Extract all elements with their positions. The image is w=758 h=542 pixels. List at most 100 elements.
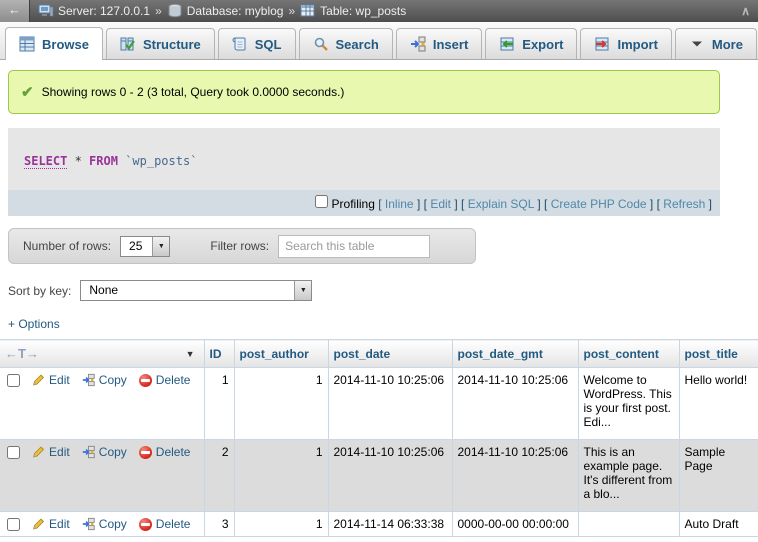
status-message: ✔ Showing rows 0 - 2 (3 total, Query too… (8, 70, 720, 114)
breadcrumb-table[interactable]: Table: wp_posts (300, 3, 406, 19)
insert-icon (410, 36, 426, 52)
cell-post-author: 1 (234, 368, 328, 440)
bracket: ] (454, 197, 457, 211)
tab-insert-label: Insert (433, 37, 468, 52)
results-table: ←T→ ▼ ID post_author post_date post_date… (0, 339, 758, 537)
edit-row-link[interactable]: Edit (49, 517, 70, 531)
delete-icon (139, 446, 152, 459)
row-controls-bar: Number of rows: 25 ▼ Filter rows: (8, 228, 476, 264)
database-icon (167, 3, 183, 19)
explain-sql-link[interactable]: Explain SQL (468, 197, 534, 211)
tab-sql[interactable]: SQL (218, 28, 296, 59)
rows-per-page-select[interactable]: 25 ▼ (120, 236, 170, 257)
breadcrumb-database[interactable]: Database: myblog (167, 3, 284, 19)
bracket: ] (709, 197, 712, 211)
cell-post-date: 2014-11-10 10:25:06 (328, 368, 452, 440)
breadcrumb-table-label: Table: wp_posts (320, 4, 406, 18)
delete-icon (139, 374, 152, 387)
sql-keyword-select[interactable]: SELECT (24, 154, 67, 169)
delete-row-link[interactable]: Delete (156, 517, 191, 531)
copy-icon (82, 517, 95, 531)
cell-post-content: Welcome to WordPress. This is your first… (578, 368, 679, 440)
column-header-id[interactable]: ID (204, 340, 234, 368)
edit-row-link[interactable]: Edit (49, 373, 70, 387)
copy-row-link[interactable]: Copy (99, 517, 127, 531)
sql-icon (232, 36, 248, 52)
cell-post-date-gmt: 2014-11-10 10:25:06 (452, 440, 578, 512)
delete-icon (139, 518, 152, 531)
export-icon (499, 36, 515, 52)
tab-bar: Browse Structure SQL Search Insert Expor… (0, 22, 758, 60)
row-nav-arrows[interactable]: ←T→ (5, 346, 39, 361)
filter-rows-input[interactable] (278, 235, 430, 258)
tab-import[interactable]: Import (580, 28, 671, 59)
tab-export[interactable]: Export (485, 28, 577, 59)
breadcrumb-server-label: Server: 127.0.0.1 (58, 4, 150, 18)
chevron-down-icon: ▼ (294, 281, 311, 300)
inline-link[interactable]: Inline (385, 197, 414, 211)
profiling-checkbox[interactable] (315, 195, 328, 208)
rows-per-page-value: 25 (121, 237, 152, 256)
back-button[interactable]: ← (0, 0, 30, 22)
cell-post-title: Auto Draft (679, 512, 758, 537)
tab-more[interactable]: More (675, 28, 757, 59)
sql-query-text: SELECT * FROM `wp_posts` (8, 128, 720, 190)
breadcrumb-server[interactable]: Server: 127.0.0.1 (38, 3, 150, 19)
cell-post-author: 1 (234, 512, 328, 537)
tab-insert[interactable]: Insert (396, 28, 482, 59)
cell-id: 3 (204, 512, 234, 537)
chevron-down-icon: ▼ (152, 237, 169, 256)
filter-rows-label: Filter rows: (210, 239, 269, 253)
cell-post-content: This is an example page. It's different … (578, 440, 679, 512)
structure-icon (120, 36, 136, 52)
tab-browse-label: Browse (42, 37, 89, 52)
edit-query-link[interactable]: Edit (430, 197, 451, 211)
tab-structure[interactable]: Structure (106, 28, 215, 59)
refresh-link[interactable]: Refresh (663, 197, 705, 211)
tab-search[interactable]: Search (299, 28, 393, 59)
breadcrumb-bar: ← Server: 127.0.0.1 » Database: myblog »… (0, 0, 758, 22)
edit-row-link[interactable]: Edit (49, 445, 70, 459)
tab-structure-label: Structure (143, 37, 201, 52)
sort-dropdown-icon[interactable]: ▼ (186, 349, 199, 359)
copy-icon (82, 445, 95, 459)
copy-row-link[interactable]: Copy (99, 373, 127, 387)
column-actions-header: ←T→ ▼ (0, 340, 204, 368)
tab-import-label: Import (617, 37, 657, 52)
cell-post-title: Sample Page (679, 440, 758, 512)
sort-by-key-select[interactable]: None ▼ (80, 280, 312, 301)
column-header-post-date[interactable]: post_date (328, 340, 452, 368)
collapse-panel-button[interactable]: ∧ (731, 4, 758, 18)
create-php-code-link[interactable]: Create PHP Code (551, 197, 647, 211)
table-header-row: ←T→ ▼ ID post_author post_date post_date… (0, 340, 758, 368)
row-checkbox[interactable] (7, 374, 20, 387)
column-header-post-date-gmt[interactable]: post_date_gmt (452, 340, 578, 368)
rows-per-page-label: Number of rows: (23, 239, 111, 253)
delete-row-link[interactable]: Delete (156, 373, 191, 387)
sql-toolbar: Profiling [ Inline ] [ Edit ] [ Explain … (8, 190, 720, 216)
copy-icon (82, 373, 95, 387)
column-header-post-title[interactable]: post_title (679, 340, 758, 368)
row-checkbox[interactable] (7, 446, 20, 459)
bracket: ] (417, 197, 420, 211)
tab-more-label: More (712, 37, 743, 52)
bracket: ] (650, 197, 653, 211)
delete-row-link[interactable]: Delete (156, 445, 191, 459)
bracket: [ (378, 197, 381, 211)
tab-browse[interactable]: Browse (5, 27, 103, 60)
sort-by-key-label: Sort by key: (8, 284, 71, 298)
copy-row-link[interactable]: Copy (99, 445, 127, 459)
options-toggle[interactable]: + Options (8, 317, 758, 331)
breadcrumb-database-label: Database: myblog (187, 4, 284, 18)
cell-id: 2 (204, 440, 234, 512)
breadcrumb-separator: » (288, 4, 295, 18)
sql-table-identifier: `wp_posts` (125, 154, 197, 168)
row-checkbox[interactable] (7, 518, 20, 531)
column-header-post-content[interactable]: post_content (578, 340, 679, 368)
bracket: [ (424, 197, 427, 211)
table-row: Edit Copy Delete 1 1 2014-11-10 10:25:06… (0, 368, 758, 440)
profiling-label[interactable]: Profiling (332, 197, 375, 211)
column-header-post-author[interactable]: post_author (234, 340, 328, 368)
bracket: [ (461, 197, 464, 211)
pencil-icon (32, 373, 45, 387)
